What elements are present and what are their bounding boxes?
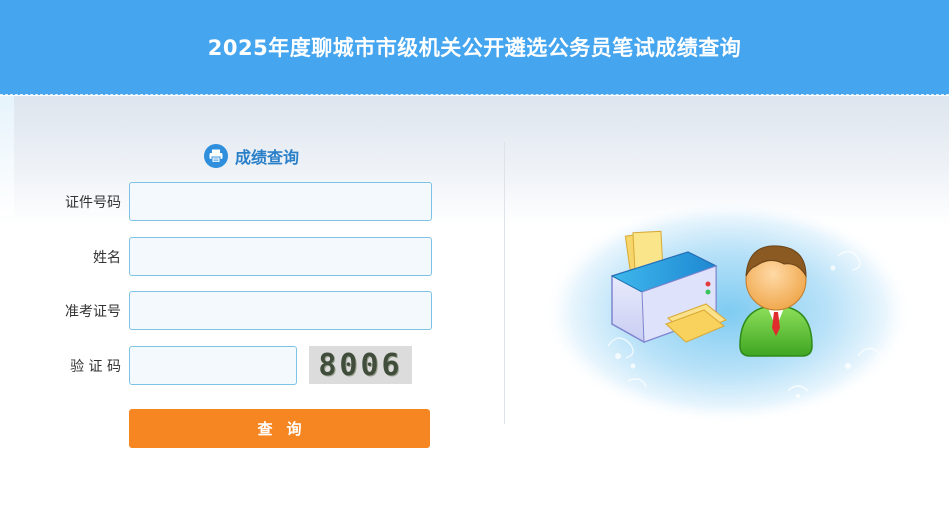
printer-icon (204, 144, 228, 168)
captcha-image[interactable]: 8006 (309, 346, 412, 384)
exam-number-input[interactable] (129, 291, 432, 330)
section-title: 成绩查询 (235, 148, 300, 167)
left-edge-decoration (0, 96, 14, 216)
name-label: 姓名 (93, 250, 121, 266)
vertical-divider (504, 142, 505, 424)
section-header: 成绩查询 (204, 143, 299, 169)
page-header: 2025年度聊城市市级机关公开遴选公务员笔试成绩查询 (0, 0, 949, 95)
name-input[interactable] (129, 237, 432, 276)
id-number-label: 证件号码 (65, 195, 121, 211)
printer-and-person-illustration (538, 196, 918, 432)
query-button[interactable]: 查询 (129, 409, 430, 448)
exam-number-label: 准考证号 (65, 304, 121, 320)
page-title: 2025年度聊城市市级机关公开遴选公务员笔试成绩查询 (207, 36, 742, 60)
id-number-input[interactable] (129, 182, 432, 221)
captcha-input[interactable] (129, 346, 297, 385)
captcha-label: 验 证 码 (70, 359, 121, 375)
captcha-code: 8006 (318, 347, 403, 383)
